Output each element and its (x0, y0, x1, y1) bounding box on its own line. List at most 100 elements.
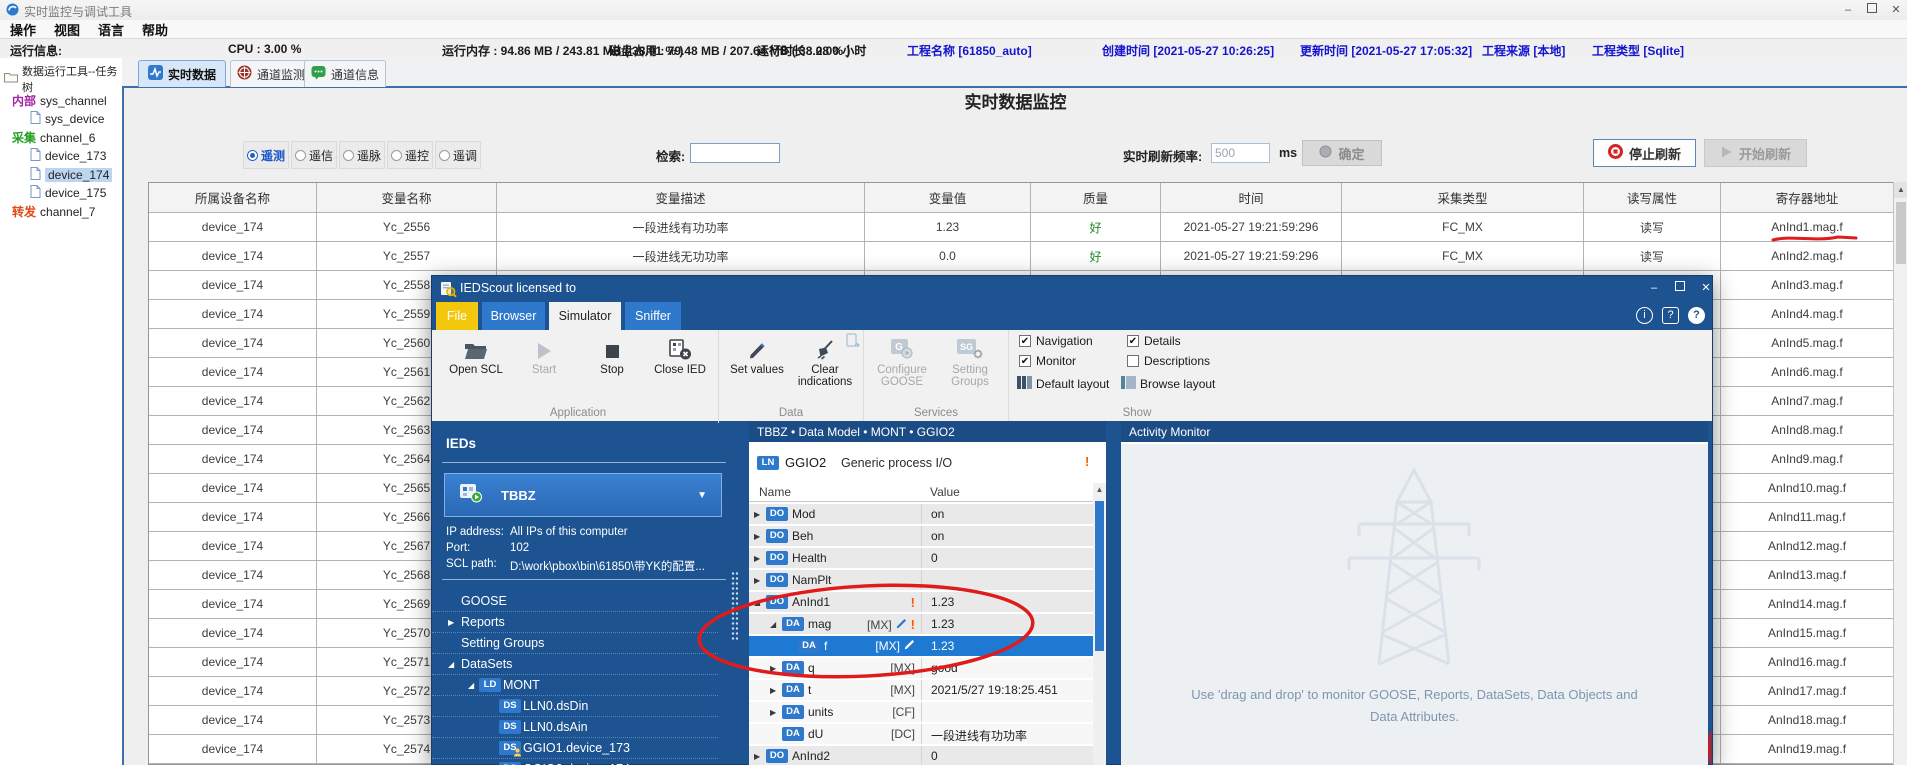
table-cell-type[interactable]: FC_MX (1342, 213, 1584, 242)
checkbox-navigation[interactable]: ✔Navigation (1019, 334, 1093, 348)
table-scrollbar[interactable]: ▲ (1893, 182, 1907, 765)
expanded-arrow-icon[interactable]: ◢ (770, 620, 776, 629)
table-cell-device[interactable]: device_174 (149, 561, 317, 590)
tab-通道监测[interactable]: 通道监测 (230, 60, 312, 87)
menu-item-视图[interactable]: 视图 (54, 20, 80, 39)
radio-遥控[interactable]: 遥控 (387, 141, 433, 169)
table-cell-name[interactable]: Yc_2557 (317, 242, 497, 271)
collapsed-arrow-icon[interactable]: ▶ (754, 576, 760, 585)
table-cell-addr[interactable]: AnInd13.mag.f (1721, 561, 1894, 590)
search-input[interactable] (690, 143, 780, 163)
table-cell-device[interactable]: device_174 (149, 416, 317, 445)
start-refresh-button[interactable]: 开始刷新 (1704, 139, 1807, 167)
table-cell-name[interactable]: Yc_2556 (317, 213, 497, 242)
iedscout-tab-Simulator[interactable]: Simulator (549, 302, 621, 330)
ied-tree-item-GGIO1.device_173[interactable]: DSGGIO1.device_173 (432, 738, 718, 759)
refresh-rate-input[interactable] (1211, 143, 1270, 163)
table-cell-device[interactable]: device_174 (149, 735, 317, 764)
datamodel-row-AnInd1[interactable]: ◢DOAnInd1!1.23 (749, 592, 1093, 612)
collapsed-arrow-icon[interactable]: ▶ (754, 554, 760, 563)
checkbox-descriptions[interactable]: Descriptions (1127, 354, 1210, 368)
iedscout-tab-File[interactable]: File (436, 302, 478, 330)
ied-device-selector[interactable]: TBBZ ▼ (444, 473, 722, 517)
tab-实时数据[interactable]: 实时数据 (138, 60, 226, 87)
ied-tree-item-LLN0.dsAin[interactable]: DSLLN0.dsAin (432, 717, 718, 738)
radio-遥脉[interactable]: 遥脉 (339, 141, 385, 169)
table-cell-addr[interactable]: AnInd14.mag.f (1721, 590, 1894, 619)
table-cell-device[interactable]: device_174 (149, 619, 317, 648)
scrollbar-thumb[interactable] (1095, 501, 1104, 651)
ribbon-button-close-ied[interactable]: Close IED (646, 332, 714, 376)
radio-遥信[interactable]: 遥信 (291, 141, 337, 169)
table-cell-device[interactable]: device_174 (149, 271, 317, 300)
collapsed-arrow-icon[interactable]: ▶ (754, 532, 760, 541)
table-cell-device[interactable]: device_174 (149, 503, 317, 532)
table-cell-device[interactable]: device_174 (149, 532, 317, 561)
collapsed-arrow-icon[interactable]: ▶ (770, 664, 776, 673)
radio-遥调[interactable]: 遥调 (435, 141, 481, 169)
scroll-up-icon[interactable]: ▲ (1093, 483, 1106, 497)
table-cell-device[interactable]: device_174 (149, 445, 317, 474)
table-cell-time[interactable]: 2021-05-27 19:21:59:296 (1161, 213, 1342, 242)
confirm-button[interactable]: 确定 (1302, 140, 1382, 166)
table-cell-device[interactable]: device_174 (149, 706, 317, 735)
datamodel-row-Health[interactable]: ▶DOHealth0 (749, 548, 1093, 568)
ied-tree-item-GGIO2.device_174[interactable]: DSGGIO2.device_174 (432, 759, 718, 765)
table-cell-addr[interactable]: AnInd16.mag.f (1721, 648, 1894, 677)
sidebar-item-device_174[interactable]: device_174 (30, 166, 112, 183)
table-cell-addr[interactable]: AnInd3.mag.f (1721, 271, 1894, 300)
table-cell-addr[interactable]: AnInd2.mag.f (1721, 242, 1894, 271)
close-button[interactable]: ✕ (1886, 2, 1906, 18)
datamodel-row-NamPlt[interactable]: ▶DONamPlt (749, 570, 1093, 590)
datamodel-row-dU[interactable]: DAdU[DC]一段进线有功功率 (749, 724, 1093, 744)
table-cell-desc[interactable]: 一段进线有功功率 (497, 213, 865, 242)
ied-tree-item-LLN0.dsDin[interactable]: DSLLN0.dsDin (432, 696, 718, 717)
collapsed-arrow-icon[interactable]: ▶ (770, 708, 776, 717)
iedscout-tab-Sniffer[interactable]: Sniffer (625, 302, 681, 330)
table-cell-desc[interactable]: 一段进线无功功率 (497, 242, 865, 271)
expanded-arrow-icon[interactable]: ◢ (448, 660, 454, 669)
table-cell-device[interactable]: device_174 (149, 300, 317, 329)
ied-tree-item-Reports[interactable]: ▶Reports (432, 612, 718, 633)
feedback-icon[interactable]: ? (1662, 307, 1679, 324)
expanded-arrow-icon[interactable]: ◢ (754, 598, 760, 607)
button-browse-layout[interactable]: Browse layout (1121, 376, 1215, 392)
tab-通道信息[interactable]: 通道信息 (304, 60, 386, 87)
sidebar-item-sys_device[interactable]: sys_device (30, 110, 104, 127)
table-cell-device[interactable]: device_174 (149, 474, 317, 503)
table-cell-device[interactable]: device_174 (149, 648, 317, 677)
table-cell-addr[interactable]: AnInd18.mag.f (1721, 706, 1894, 735)
ribbon-button-stop[interactable]: Stop (578, 332, 646, 376)
table-cell-quality[interactable]: 好 (1031, 242, 1161, 271)
checkbox-details[interactable]: ✔Details (1127, 334, 1181, 348)
table-cell-device[interactable]: device_174 (149, 677, 317, 706)
table-cell-rw[interactable]: 读写 (1584, 242, 1721, 271)
table-cell-type[interactable]: FC_MX (1342, 242, 1584, 271)
minimize-button[interactable]: – (1838, 2, 1858, 18)
help-icon[interactable]: ? (1688, 307, 1705, 324)
table-cell-addr[interactable]: AnInd15.mag.f (1721, 619, 1894, 648)
ied-tree-item-Setting-Groups[interactable]: Setting Groups (432, 633, 718, 654)
table-cell-addr[interactable]: AnInd19.mag.f (1721, 735, 1894, 764)
table-cell-addr[interactable]: AnInd12.mag.f (1721, 532, 1894, 561)
datamodel-row-AnInd2[interactable]: ▶DOAnInd20 (749, 746, 1093, 765)
iedscout-tab-Browser[interactable]: Browser (482, 302, 545, 330)
table-cell-device[interactable]: device_174 (149, 590, 317, 619)
table-cell-value[interactable]: 0.0 (865, 242, 1031, 271)
sidebar-root[interactable]: 数据运行工具--任务树 (4, 63, 122, 95)
iedscout-close-button[interactable]: ✕ (1696, 280, 1716, 296)
collapsed-arrow-icon[interactable]: ▶ (754, 510, 760, 519)
menu-item-语言[interactable]: 语言 (98, 20, 124, 39)
maximize-button[interactable] (1862, 2, 1882, 18)
table-cell-addr[interactable]: AnInd4.mag.f (1721, 300, 1894, 329)
datamodel-row-Beh[interactable]: ▶DOBehon (749, 526, 1093, 546)
splitter-grip[interactable] (731, 571, 738, 641)
table-cell-addr[interactable]: AnInd17.mag.f (1721, 677, 1894, 706)
iedscout-minimize-button[interactable]: – (1644, 280, 1664, 296)
collapsed-arrow-icon[interactable]: ▶ (770, 686, 776, 695)
table-cell-device[interactable]: device_174 (149, 329, 317, 358)
table-cell-device[interactable]: device_174 (149, 358, 317, 387)
ied-tree-item-MONT[interactable]: ◢LDMONT (432, 675, 718, 696)
table-cell-time[interactable]: 2021-05-27 19:21:59:296 (1161, 242, 1342, 271)
radio-遥测[interactable]: 遥测 (243, 141, 289, 169)
